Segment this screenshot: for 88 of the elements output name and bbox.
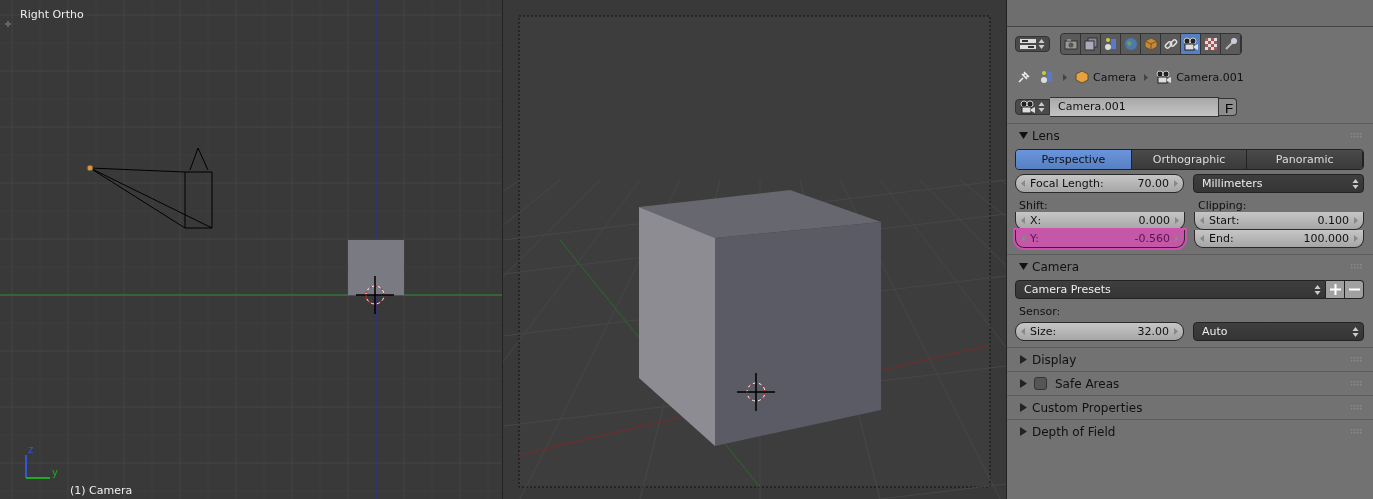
sensor-fit-dropdown[interactable]: Auto	[1193, 322, 1364, 341]
up-down-arrows-icon	[1352, 177, 1359, 190]
drag-handle-icon[interactable]	[1351, 357, 1363, 362]
properties-tab[interactable]	[1081, 34, 1101, 54]
plus-icon[interactable]	[5, 21, 11, 27]
globe-icon	[1123, 37, 1138, 51]
decrement-arrow-icon[interactable]	[1200, 235, 1205, 242]
up-down-arrows-icon	[1352, 325, 1359, 338]
editor-type-button[interactable]	[1015, 36, 1050, 52]
movie-camera-icon	[1156, 70, 1173, 84]
cube-icon	[1143, 37, 1158, 51]
collapsed-triangle-icon[interactable]	[1019, 379, 1028, 388]
fake-user-button[interactable]: F	[1219, 98, 1237, 116]
breadcrumb-arrow-icon	[1144, 73, 1149, 81]
viewport-title: Right Ortho	[20, 8, 84, 21]
3d-cursor-icon[interactable]	[355, 275, 395, 315]
drag-handle-icon[interactable]	[1351, 381, 1363, 386]
panel-title[interactable]: Lens	[1032, 128, 1060, 143]
decrement-arrow-icon[interactable]	[1200, 217, 1205, 224]
editor-type-icon	[1020, 38, 1036, 50]
breadcrumb-arrow-icon	[1063, 73, 1067, 81]
drag-handle-icon[interactable]	[1351, 133, 1363, 138]
expanded-triangle-icon[interactable]	[1019, 262, 1028, 271]
field-group-label: Clipping:	[1197, 198, 1248, 212]
movie-camera-icon	[1182, 37, 1199, 51]
collapsed-triangle-icon[interactable]	[1019, 427, 1028, 436]
field-group-label: Shift:	[1018, 198, 1049, 212]
expanded-triangle-icon[interactable]	[1019, 131, 1028, 140]
remove-preset-button[interactable]	[1345, 280, 1364, 299]
increment-arrow-icon[interactable]	[1353, 217, 1358, 224]
checkbox[interactable]	[1034, 377, 1047, 390]
properties-tab[interactable]	[1201, 34, 1221, 54]
increment-arrow-icon[interactable]	[1173, 180, 1178, 187]
number-field[interactable]: Start: 0.100	[1194, 212, 1364, 230]
increment-arrow-icon[interactable]	[1174, 217, 1179, 224]
presets-dropdown[interactable]: Camera Presets	[1015, 280, 1326, 299]
chain-link-icon	[1163, 37, 1178, 51]
pin-icon[interactable]	[1017, 70, 1031, 84]
panel-title[interactable]: Camera	[1032, 259, 1080, 274]
checkerboard-icon	[1204, 38, 1217, 50]
image-stack-icon	[1083, 37, 1098, 51]
panel-title[interactable]: Safe Areas	[1055, 376, 1120, 391]
up-down-arrows-icon	[1314, 283, 1321, 296]
properties-tab[interactable]	[1161, 34, 1181, 54]
axis-label: y	[52, 467, 58, 478]
shapes-icon	[1039, 70, 1055, 84]
decrement-arrow-icon[interactable]	[1021, 217, 1026, 224]
drag-handle-icon[interactable]	[1351, 429, 1363, 434]
datablock-browse-button[interactable]	[1015, 99, 1050, 115]
panel-title[interactable]: Depth of Field	[1032, 424, 1116, 439]
increment-arrow-icon[interactable]	[1353, 235, 1358, 242]
drag-handle-icon[interactable]	[1351, 405, 1363, 410]
up-down-arrows-icon	[1038, 101, 1045, 113]
projection-tab[interactable]: Panoramic	[1247, 150, 1363, 169]
cube-side-view[interactable]	[348, 240, 404, 295]
decrement-arrow-icon[interactable]	[1021, 180, 1026, 187]
drag-handle-icon[interactable]	[1351, 264, 1363, 269]
breadcrumb-item: Camera.001	[1176, 70, 1244, 84]
brush-icon	[1223, 37, 1238, 51]
collapsed-triangle-icon[interactable]	[1019, 355, 1028, 364]
axis-label: z	[28, 444, 34, 455]
cube-icon	[1075, 70, 1089, 84]
decrement-arrow-icon[interactable]	[1021, 328, 1026, 335]
number-field[interactable]: End: 100.000	[1194, 230, 1364, 248]
up-down-arrows-icon	[1038, 38, 1045, 50]
active-object-label: (1) Camera	[70, 484, 133, 497]
add-preset-button[interactable]	[1326, 280, 1345, 299]
number-field[interactable]: Size: 32.00	[1015, 322, 1184, 341]
properties-tab[interactable]	[1221, 34, 1241, 54]
shapes-icon	[1103, 37, 1118, 51]
breadcrumb-item: Camera	[1093, 70, 1137, 84]
movie-camera-icon	[1020, 100, 1036, 114]
camera-icon	[1063, 38, 1078, 50]
plus-icon	[1329, 284, 1341, 295]
projection-tab[interactable]: Orthographic	[1131, 150, 1248, 169]
panel-title[interactable]: Custom Properties	[1032, 400, 1143, 415]
camera-wireframe-drawing[interactable]	[86, 147, 213, 229]
properties-tab[interactable]	[1181, 34, 1201, 54]
unit-dropdown[interactable]: Millimeters	[1193, 174, 1364, 193]
collapsed-triangle-icon[interactable]	[1019, 403, 1028, 412]
number-field[interactable]: Focal Length: 70.00	[1015, 174, 1184, 193]
increment-arrow-icon[interactable]	[1173, 328, 1178, 335]
projection-tab[interactable]: Perspective	[1016, 150, 1132, 169]
field-group-label: Sensor:	[1018, 304, 1062, 318]
axis-gizmo-drawing	[25, 454, 51, 479]
panel-title[interactable]: Display	[1032, 352, 1077, 367]
datablock-name-field[interactable]: Camera.001	[1050, 97, 1219, 117]
properties-tab[interactable]	[1101, 34, 1121, 54]
